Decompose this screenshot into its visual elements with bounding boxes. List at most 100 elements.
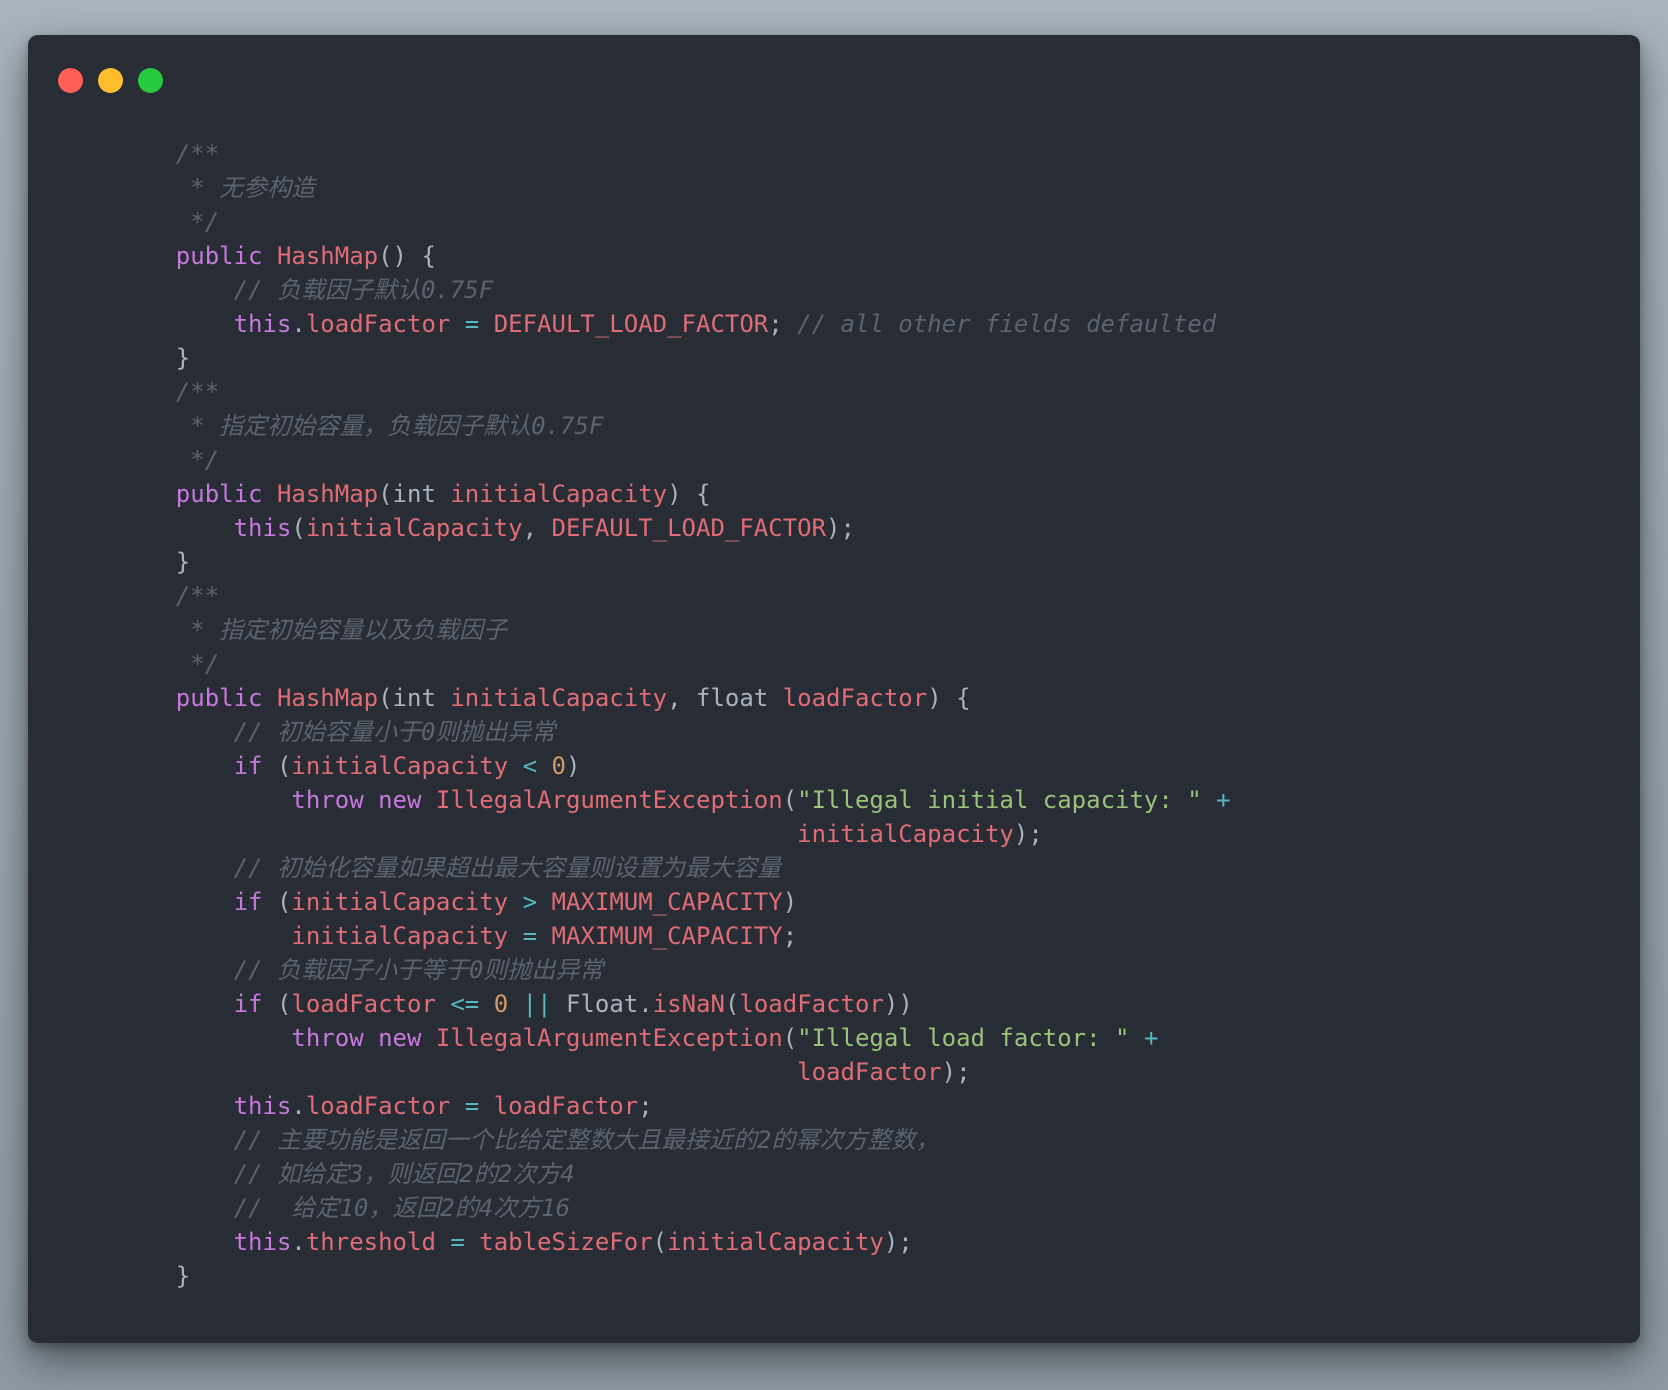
code-line: if (loadFactor <= 0 || Float.isNaN(loadF… — [118, 987, 1231, 1021]
code-token-plain: (int — [378, 480, 451, 508]
code-line: * 指定初始容量以及负载因子 — [118, 613, 1231, 647]
code-token-plain: ( — [262, 752, 292, 780]
code-token-operator: < — [522, 752, 538, 780]
code-token-comment: /** — [118, 140, 220, 168]
code-token-number: 0 — [493, 990, 509, 1018]
code-token-plain: . — [291, 1228, 306, 1256]
code-token-plain: } — [118, 1262, 191, 1290]
code-token-plain: ; — [782, 922, 798, 950]
code-line: public HashMap(int initialCapacity, floa… — [118, 681, 1231, 715]
code-token-operator: + — [1143, 1024, 1159, 1052]
code-line: // 给定10，返回2的4次方16 — [118, 1191, 1231, 1225]
code-token-comment: /** — [118, 378, 220, 406]
code-token-function: HashMap — [276, 480, 379, 508]
code-token-plain: ); — [883, 1228, 913, 1256]
code-token-plain: } — [118, 548, 191, 576]
minimize-button[interactable] — [98, 68, 123, 93]
code-line: /** — [118, 375, 1231, 409]
code-line: this(initialCapacity, DEFAULT_LOAD_FACTO… — [118, 511, 1231, 545]
code-token-function: HashMap — [276, 684, 379, 712]
code-token-comment: // 给定10，返回2的4次方16 — [233, 1194, 571, 1222]
code-token-plain: ( — [724, 990, 740, 1018]
code-line: throw new IllegalArgumentException("Ille… — [118, 783, 1231, 817]
code-token-ident: initialCapacity — [291, 888, 509, 916]
code-token-string: "Illegal load factor: " — [797, 1024, 1130, 1052]
code-token-function: IllegalArgumentException — [435, 786, 783, 814]
code-token-ident: initialCapacity — [305, 514, 523, 542]
code-line: throw new IllegalArgumentException("Ille… — [118, 1021, 1231, 1055]
code-token-plain: } — [118, 344, 191, 372]
code-token-plain: , float — [667, 684, 783, 712]
close-button[interactable] — [58, 68, 83, 93]
code-token-ident: loadFactor — [797, 1058, 942, 1086]
code-token-operator: > — [522, 888, 538, 916]
code-line: // 如给定3，则返回2的2次方4 — [118, 1157, 1231, 1191]
code-token-ident: MAXIMUM_CAPACITY — [551, 922, 783, 950]
code-line: /** — [118, 579, 1231, 613]
code-line: public HashMap(int initialCapacity) { — [118, 477, 1231, 511]
maximize-button[interactable] — [138, 68, 163, 93]
code-token-plain: . — [291, 310, 306, 338]
code-line: } — [118, 545, 1231, 579]
code-token-keyword: if — [233, 888, 263, 916]
code-token-keyword: public — [175, 480, 263, 508]
code-token-keyword: if — [233, 752, 263, 780]
code-token-comment: // 负载因子默认0.75F — [233, 276, 494, 304]
code-line: */ — [118, 647, 1231, 681]
code-line: if (initialCapacity > MAXIMUM_CAPACITY) — [118, 885, 1231, 919]
code-token-operator: = — [464, 1092, 480, 1120]
code-token-ident: loadFactor — [782, 684, 928, 712]
code-token-function: tableSizeFor — [479, 1228, 653, 1256]
code-token-operator: + — [1216, 786, 1231, 814]
code-token-keyword: this — [233, 514, 292, 542]
code-token-operator: || — [522, 990, 552, 1018]
code-token-plain: ) { — [927, 684, 971, 712]
code-token-comment: // 主要功能是返回一个比给定整数大且最接近的2的幂次方整数， — [233, 1126, 940, 1154]
code-token-ident: DEFAULT_LOAD_FACTOR — [551, 514, 827, 542]
code-token-keyword: this — [233, 310, 292, 338]
code-token-comment: // 初始容量小于0则抛出异常 — [233, 718, 556, 746]
code-line: * 指定初始容量，负载因子默认0.75F — [118, 409, 1231, 443]
code-token-comment: // 负载因子小于等于0则抛出异常 — [233, 956, 604, 984]
code-token-keyword: throw — [291, 786, 364, 814]
code-token-plain: ); — [941, 1058, 971, 1086]
code-line: // 负载因子默认0.75F — [118, 273, 1231, 307]
code-token-comment: * 无参构造 — [118, 174, 316, 202]
code-token-keyword: this — [233, 1092, 292, 1120]
code-token-ident: loadFactor — [305, 1092, 451, 1120]
code-line: if (initialCapacity < 0) — [118, 749, 1231, 783]
code-line: // 初始容量小于0则抛出异常 — [118, 715, 1231, 749]
code-token-comment: /** — [118, 582, 220, 610]
code-line: public HashMap() { — [118, 239, 1231, 273]
code-token-function: IllegalArgumentException — [435, 1024, 783, 1052]
code-token-keyword: new — [378, 1024, 422, 1052]
code-token-operator: = — [522, 922, 538, 950]
code-token-keyword: throw — [291, 1024, 364, 1052]
code-token-comment: */ — [118, 650, 220, 678]
code-token-function: isNaN — [652, 990, 725, 1018]
code-token-plain: ( — [782, 786, 798, 814]
code-token-plain: ; — [768, 310, 798, 338]
code-token-comment: */ — [118, 446, 220, 474]
code-token-plain: ( — [652, 1228, 668, 1256]
code-token-plain: (int — [378, 684, 451, 712]
code-token-keyword: public — [175, 684, 263, 712]
code-line: this.loadFactor = DEFAULT_LOAD_FACTOR; /… — [118, 307, 1231, 341]
